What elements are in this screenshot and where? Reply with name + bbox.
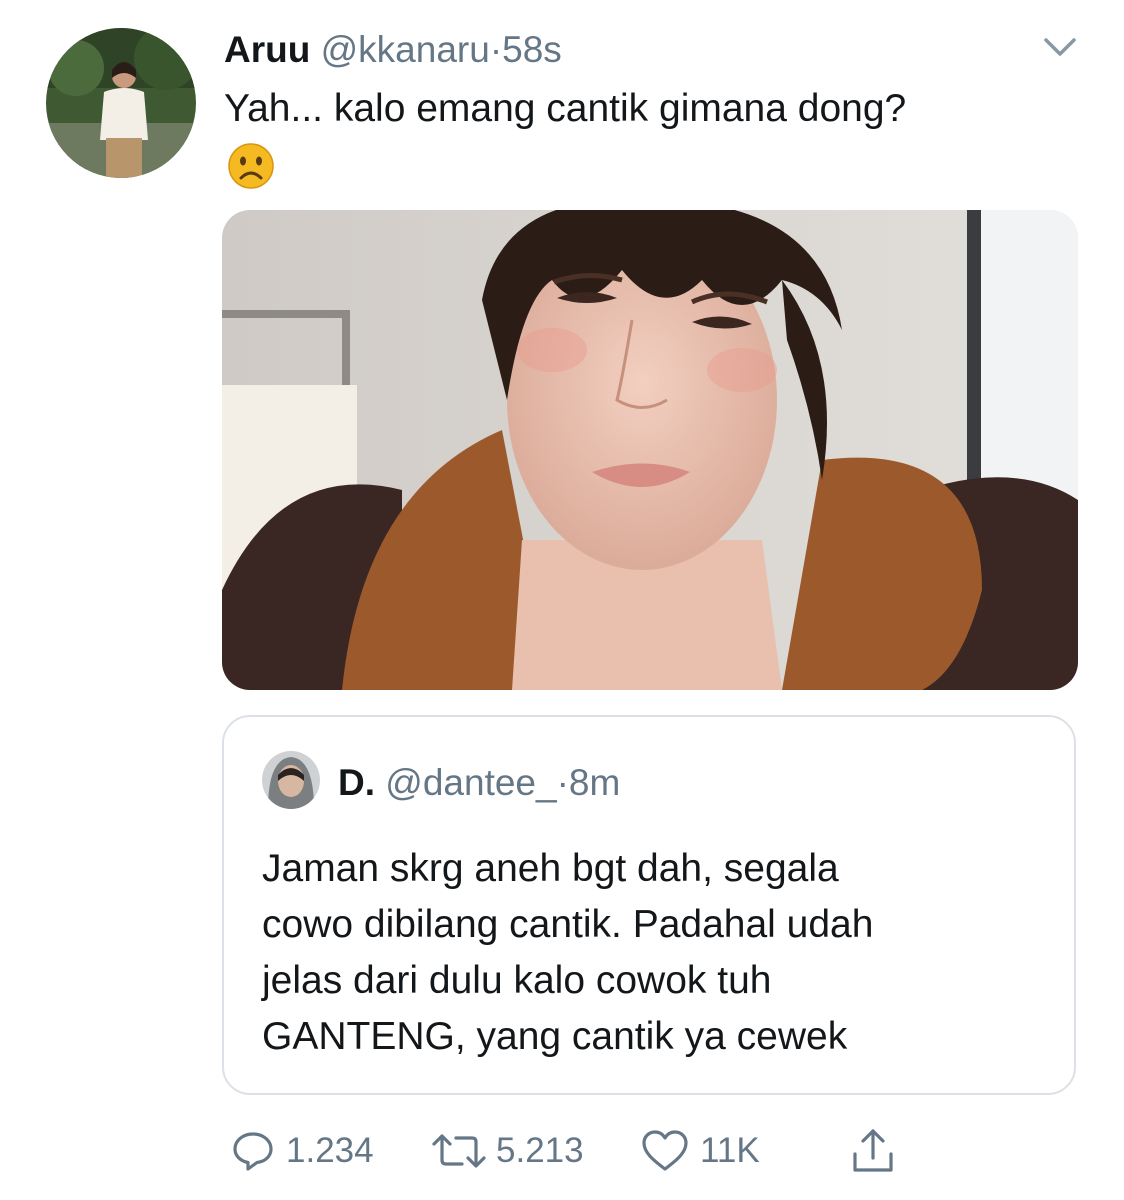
author-name[interactable]: Aruu [224, 29, 310, 70]
quoted-tweet-text: Jaman skrg aneh bgt dah, segala cowo dib… [262, 841, 1042, 1065]
quoted-text-line: GANTENG, yang cantik ya cewek [262, 1015, 848, 1058]
reply-icon [233, 1132, 273, 1171]
retweet-icon [432, 1134, 486, 1168]
tweet-action-bar: 1.234 5.213 11K [0, 1126, 1124, 1176]
like-count: 11K [700, 1131, 760, 1170]
share-icon [853, 1129, 893, 1172]
quoted-tweet-timestamp[interactable]: 8m [569, 762, 620, 803]
author-avatar[interactable] [46, 28, 196, 178]
frowning-face-emoji-icon [227, 142, 275, 190]
like-button[interactable]: 11K [640, 1126, 760, 1176]
chevron-down-icon[interactable] [1040, 34, 1080, 60]
tweet-text: Yah... kalo emang cantik gimana dong? [224, 87, 907, 130]
share-button[interactable] [848, 1126, 898, 1176]
quoted-text-line: cowo dibilang cantik. Padahal udah [262, 903, 874, 946]
quoted-tweet[interactable]: D. @dantee_·8m Jaman skrg aneh bgt dah, … [222, 715, 1076, 1095]
quoted-author-handle[interactable]: @dantee_ [385, 762, 556, 803]
reply-button[interactable]: 1.234 [230, 1126, 374, 1176]
quoted-author-name[interactable]: D. [338, 762, 375, 803]
quoted-header-separator: · [556, 762, 569, 803]
quoted-author-avatar[interactable] [262, 751, 320, 809]
quoted-tweet-header: D. @dantee_·8m [338, 763, 620, 803]
retweet-button[interactable]: 5.213 [428, 1126, 584, 1176]
author-handle[interactable]: @kkanaru [321, 29, 490, 70]
heart-icon [642, 1130, 688, 1171]
quoted-text-line: Jaman skrg aneh bgt dah, segala [262, 847, 839, 890]
tweet-photo[interactable] [222, 210, 1078, 690]
header-separator: · [489, 29, 503, 70]
reply-count: 1.234 [286, 1131, 374, 1170]
tweet-timestamp[interactable]: 58s [502, 29, 562, 70]
quoted-text-line: jelas dari dulu kalo cowok tuh [262, 959, 772, 1002]
retweet-count: 5.213 [496, 1131, 584, 1170]
tweet-header: Aruu @kkanaru·58s [224, 30, 562, 70]
